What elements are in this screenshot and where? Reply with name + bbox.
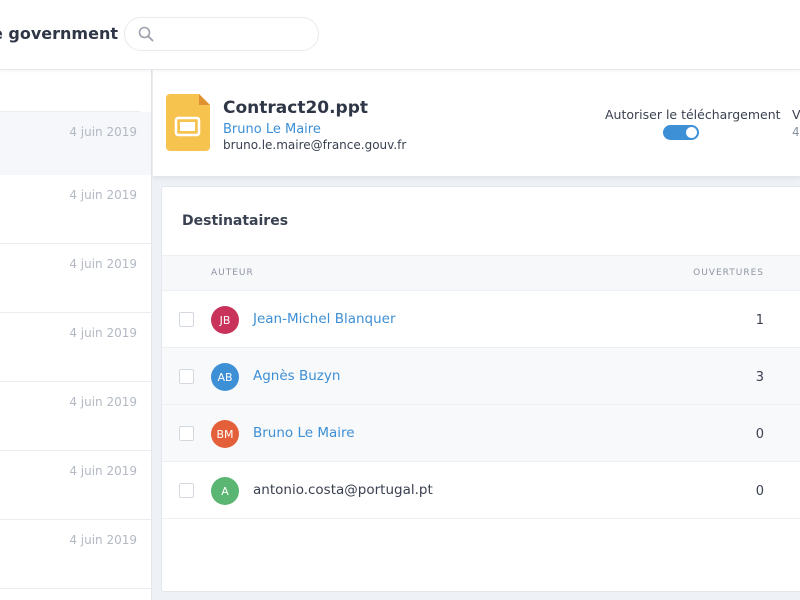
top-bar: e government: [0, 0, 800, 70]
row-checkbox[interactable]: [179, 426, 194, 441]
column-header-author[interactable]: AUTEUR: [211, 268, 254, 278]
download-permission-label: Autoriser le téléchargement: [605, 107, 781, 122]
recipients-card: Destinataires AUTEUR OUVERTURES JB Jean-…: [161, 186, 800, 592]
document-list: 4 juin 2019 4 juin 2019 4 juin 2019 4 ju…: [0, 70, 152, 600]
brand-title: e government: [0, 24, 118, 43]
search-icon: [138, 26, 154, 42]
owner-name-link[interactable]: Bruno Le Maire: [223, 122, 321, 137]
document-list-item[interactable]: 4 juin 2019: [0, 112, 151, 181]
document-date: 4 juin 2019: [69, 125, 137, 139]
open-count: 0: [755, 427, 764, 442]
file-header: Contract20.ppt Bruno Le Maire bruno.le.m…: [153, 70, 800, 177]
toggle-knob: [686, 127, 697, 138]
slides-file-icon: [166, 94, 210, 151]
open-count: 1: [755, 313, 764, 328]
file-name: Contract20.ppt: [223, 98, 369, 118]
document-list-item[interactable]: 4 juin 2019: [0, 244, 151, 313]
document-list-item[interactable]: 4 juin 2019: [0, 313, 151, 382]
document-date: 4 juin 2019: [69, 395, 137, 409]
open-count: 3: [755, 370, 764, 385]
row-checkbox[interactable]: [179, 312, 194, 327]
document-date: 4 juin 2019: [69, 326, 137, 340]
table-row: AB Agnès Buzyn 3: [162, 348, 800, 405]
download-permission-toggle[interactable]: [663, 125, 699, 140]
document-list-item[interactable]: 4 juin 2019: [0, 520, 151, 589]
recipient-name-link[interactable]: Agnès Buzyn: [253, 368, 340, 384]
avatar: AB: [211, 363, 239, 391]
open-count: 0: [755, 484, 764, 499]
document-list-item[interactable]: 4 juin 2019: [0, 382, 151, 451]
table-row: JB Jean-Michel Blanquer 1: [162, 291, 800, 348]
column-header-opens[interactable]: OUVERTURES: [693, 268, 764, 278]
search-input[interactable]: [163, 24, 308, 44]
recipient-name-link[interactable]: Bruno Le Maire: [253, 425, 355, 441]
truncated-column-value: 4: [792, 125, 800, 139]
avatar: BM: [211, 420, 239, 448]
avatar: JB: [211, 306, 239, 334]
list-header: [0, 70, 140, 112]
document-list-item[interactable]: 4 juin 2019: [0, 451, 151, 520]
row-checkbox[interactable]: [179, 369, 194, 384]
document-date: 4 juin 2019: [69, 257, 137, 271]
recipient-name-link[interactable]: Jean-Michel Blanquer: [253, 311, 396, 327]
owner-email: bruno.le.maire@france.gouv.fr: [223, 138, 407, 152]
row-checkbox[interactable]: [179, 483, 194, 498]
table-row: BM Bruno Le Maire 0: [162, 405, 800, 462]
recipient-email: antonio.costa@portugal.pt: [253, 482, 433, 498]
document-date: 4 juin 2019: [69, 464, 137, 478]
search-box[interactable]: [124, 17, 319, 51]
avatar: A: [211, 477, 239, 505]
truncated-column-label: V: [792, 107, 800, 122]
document-date: 4 juin 2019: [69, 533, 137, 547]
document-list-item[interactable]: 4 juin 2019: [0, 175, 151, 244]
table-row: A antonio.costa@portugal.pt 0: [162, 462, 800, 519]
table-header: AUTEUR OUVERTURES: [162, 255, 800, 291]
document-date: 4 juin 2019: [69, 188, 137, 202]
recipients-title: Destinataires: [182, 213, 289, 229]
